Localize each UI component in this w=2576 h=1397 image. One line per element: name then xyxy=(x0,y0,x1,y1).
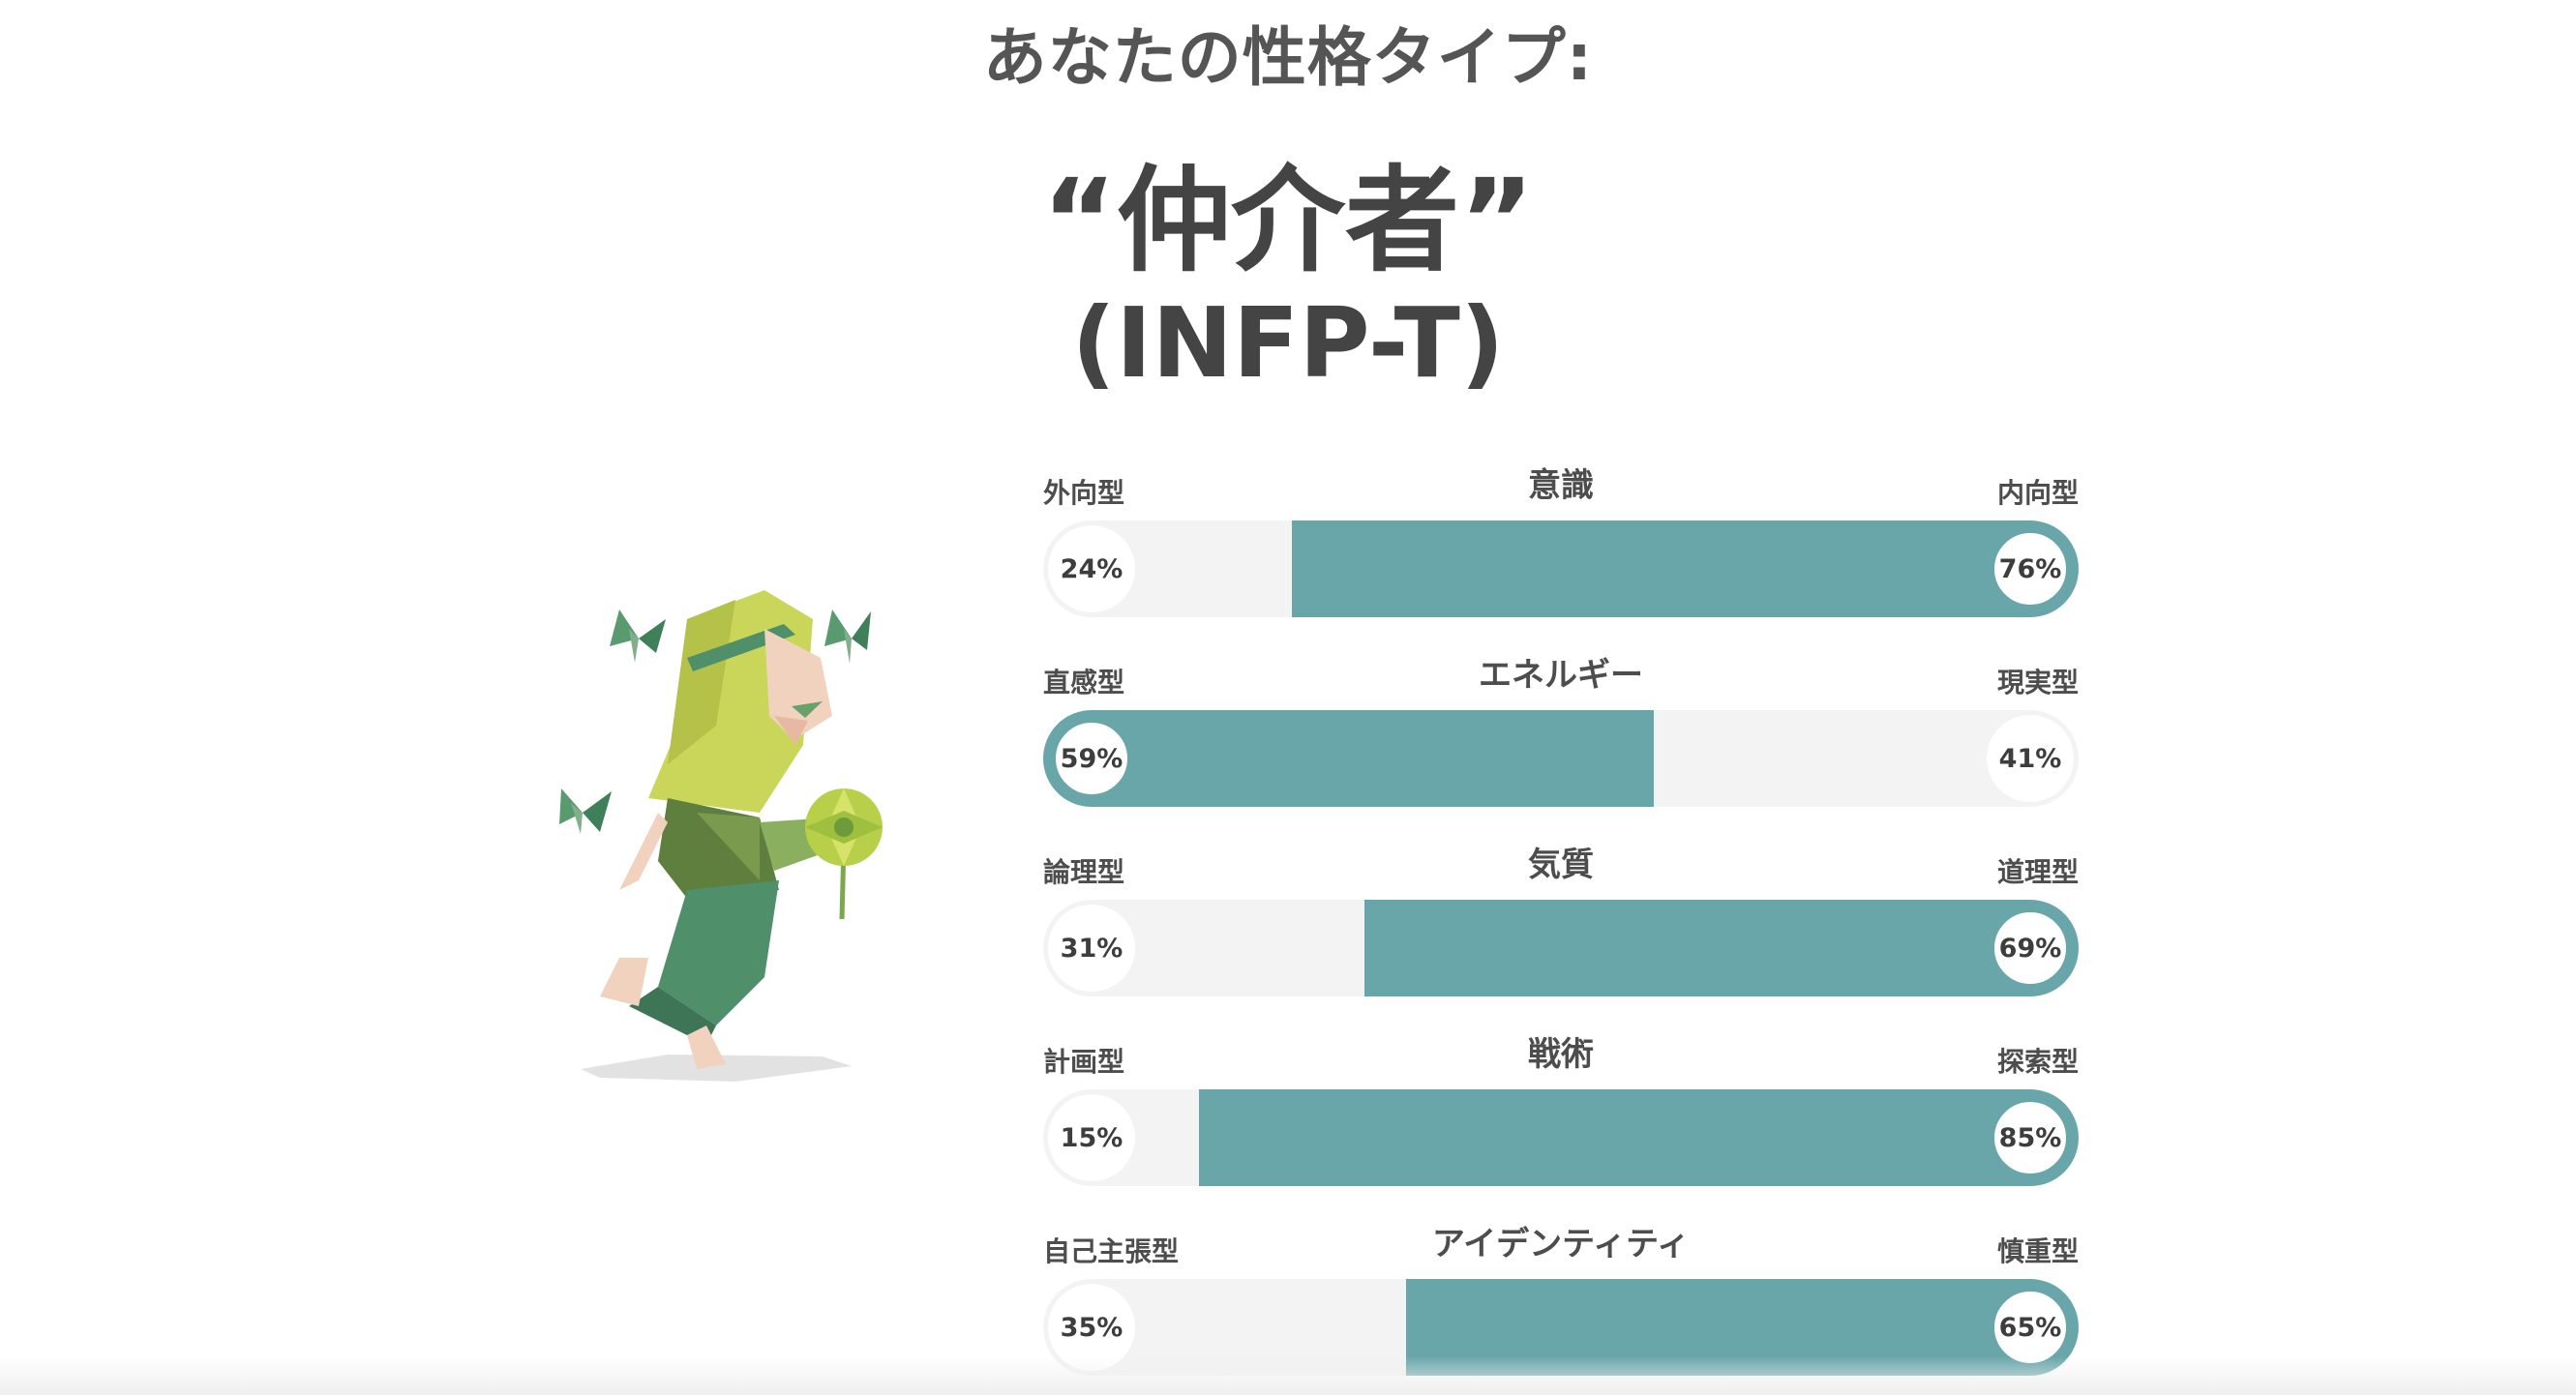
personality-type-name: “仲介者” xyxy=(1041,154,1535,287)
scale-title: エネルギー xyxy=(1479,656,1643,695)
scale-right-percent: 69% xyxy=(1987,905,2074,992)
scale-right-label: 慎重型 xyxy=(1996,1235,2079,1267)
scale-nature: 論理型 気質 道理型 31% 69% xyxy=(1043,834,2079,1018)
mediator-character-illustration xyxy=(559,590,883,1082)
scale-mind: 外向型 意識 内向型 24% 76% xyxy=(1043,455,2079,639)
scale-right-label: 現実型 xyxy=(1996,667,2079,698)
scale-left-percent: 59% xyxy=(1048,715,1135,802)
scale-bar-track xyxy=(1043,1089,2079,1186)
scale-bar-track xyxy=(1043,900,2079,996)
scale-bar-fill xyxy=(1363,900,2079,996)
scale-tactics: 計画型 戦術 探索型 15% 85% xyxy=(1043,1024,2079,1207)
scale-right-percent: 76% xyxy=(1987,525,2074,612)
butterfly-icon xyxy=(610,609,666,663)
result-subtitle: あなたの性格タイプ: xyxy=(982,20,1594,95)
scale-title: 気質 xyxy=(1528,846,1594,884)
scale-title: アイデンティティ xyxy=(1431,1225,1691,1263)
scale-bar-fill xyxy=(1198,1089,2079,1186)
scale-right-percent: 85% xyxy=(1987,1094,2074,1181)
scale-bar-track xyxy=(1043,520,2079,617)
scale-bar-track xyxy=(1043,710,2079,807)
scale-energy: 直感型 エネルギー 現実型 59% 41% xyxy=(1043,644,2079,828)
scale-left-percent: 15% xyxy=(1048,1094,1135,1181)
scale-left-percent: 24% xyxy=(1048,525,1135,612)
butterfly-icon xyxy=(824,609,871,664)
butterfly-icon xyxy=(559,788,612,834)
scale-right-percent: 41% xyxy=(1987,715,2074,802)
bottom-fade xyxy=(0,1356,2576,1395)
flower-icon xyxy=(805,788,883,920)
scale-right-label: 内向型 xyxy=(1996,477,2079,509)
personality-type-code: (INFP-T) xyxy=(1071,286,1505,400)
scale-right-label: 探索型 xyxy=(1996,1046,2079,1078)
scale-title: 戦術 xyxy=(1528,1035,1594,1074)
scale-left-percent: 31% xyxy=(1048,905,1135,992)
scale-title: 意識 xyxy=(1528,466,1594,505)
scale-right-label: 道理型 xyxy=(1996,856,2079,888)
scale-bar-fill xyxy=(1291,520,2079,617)
